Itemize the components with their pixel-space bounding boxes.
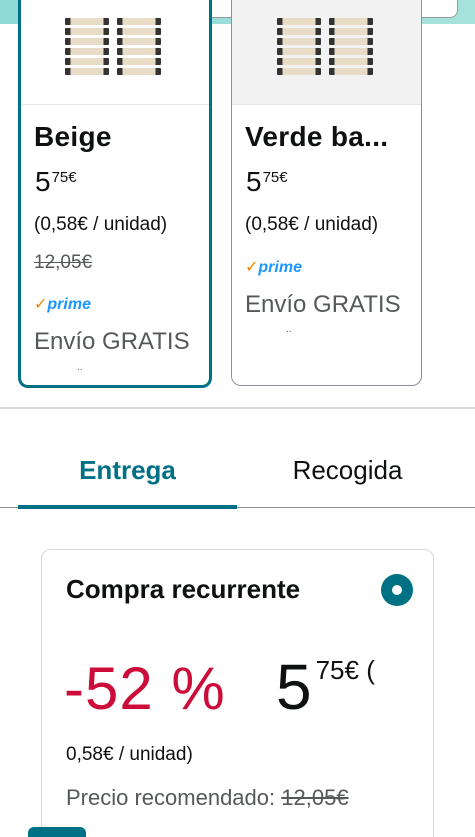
variant-unit-price: (0,58€ / unidad) xyxy=(34,214,168,235)
prime-badge: ✓prime xyxy=(245,259,302,276)
variant-shipping: Envío GRATIS xyxy=(245,291,401,318)
variant-card-beige[interactable]: Beige 575€ (0,58€ / unidad) 12,05€ ✓prim… xyxy=(18,0,212,388)
tab-pickup[interactable]: Recogida xyxy=(238,455,457,486)
variant-shipping: Envío GRATIS xyxy=(34,328,190,355)
bottom-indicator xyxy=(28,827,86,837)
variant-unit-price: (0,58€ / unidad) xyxy=(245,214,379,235)
recommended-price: Precio recomendado: 12,05€ xyxy=(66,785,349,810)
prime-badge: ✓prime xyxy=(34,296,91,313)
check-icon: ✓ xyxy=(34,296,48,313)
check-icon: ✓ xyxy=(245,259,259,276)
variant-truncated-text: .. xyxy=(77,362,83,373)
section-divider xyxy=(0,407,475,409)
variant-list-price: 12,05€ xyxy=(34,252,93,273)
product-boxes-graphic xyxy=(65,18,165,78)
variant-price: 575€ xyxy=(35,166,77,197)
recurring-purchase-option[interactable]: Compra recurrente -52 % 5 75€ ( 0,58€ / u… xyxy=(41,549,434,837)
option-unit-price: 0,58€ / unidad) xyxy=(66,744,193,765)
variant-truncated-text: .. xyxy=(286,324,292,335)
tab-delivery[interactable]: Entrega xyxy=(18,455,237,486)
option-price: 5 75€ ( xyxy=(276,651,375,723)
option-title: Compra recurrente xyxy=(66,574,301,604)
variant-name: Verde ba... xyxy=(245,121,389,152)
radio-selected-icon[interactable] xyxy=(381,574,413,606)
product-image xyxy=(232,0,421,105)
variant-name: Beige xyxy=(34,121,112,152)
product-image xyxy=(21,0,209,105)
active-tab-indicator xyxy=(18,505,237,509)
variant-price: 575€ xyxy=(246,166,288,197)
discount-percent: -52 % xyxy=(64,655,226,722)
product-boxes-graphic xyxy=(276,18,377,78)
variant-card-verde[interactable]: Verde ba... 575€ (0,58€ / unidad) ✓prime… xyxy=(231,0,422,386)
